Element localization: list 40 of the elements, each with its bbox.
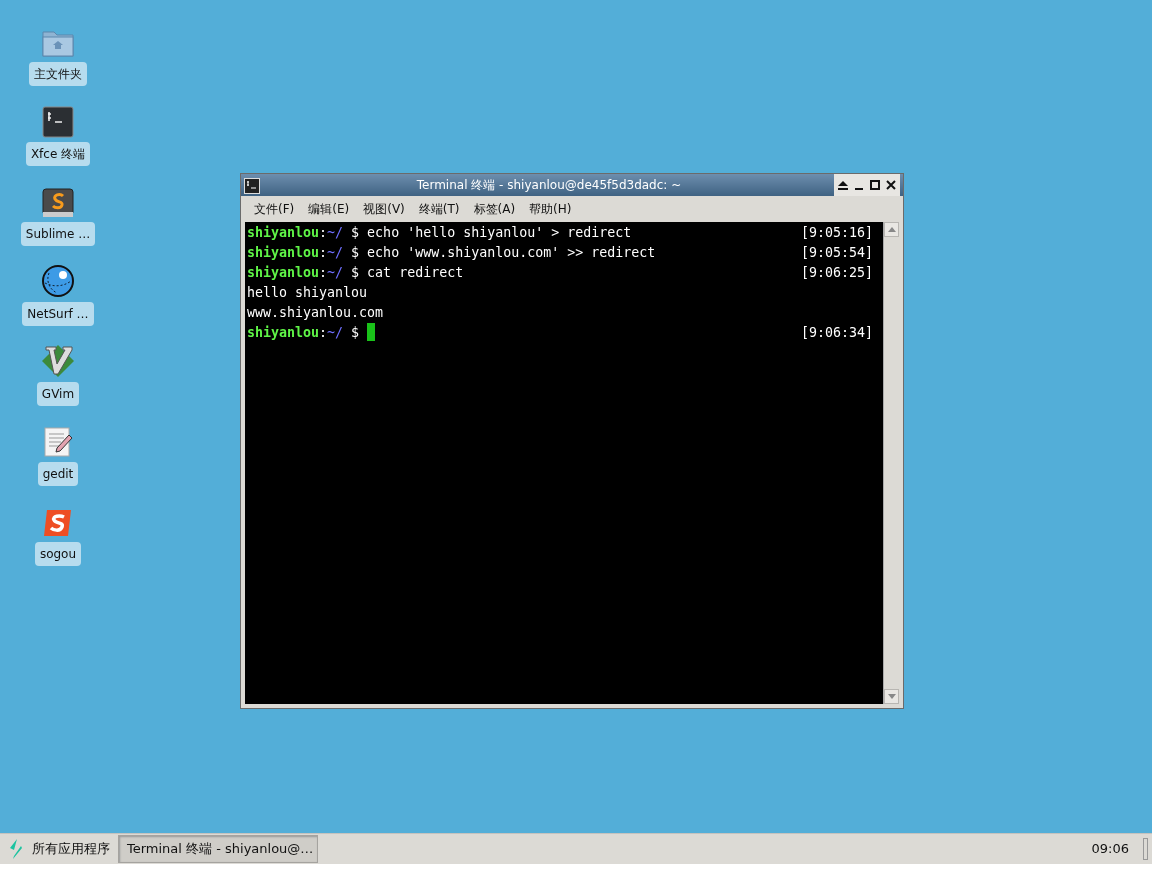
prompt-line: shiyanlou:~/ $ echo 'www.shiyanlou.com' >> redirect <box>247 244 656 262</box>
window-title: Terminal 终端 - shiyanlou@de45f5d3dadc: ~ <box>415 177 683 194</box>
s-logo-icon[interactable] <box>41 188 75 218</box>
menu-item[interactable]: 帮助(H) <box>522 198 579 220</box>
menu-item[interactable]: 视图(V) <box>356 198 412 220</box>
taskbar-task[interactable]: Terminal 终端 - shiyanlou@… <box>118 835 318 863</box>
prompt-line: shiyanlou:~/ $ echo 'hello shiyanlou' > redirect <box>247 224 632 242</box>
terminal-icon[interactable] <box>42 106 74 138</box>
icon-label[interactable]: NetSurf … <box>22 302 94 326</box>
menu-item[interactable]: 编辑(E) <box>301 198 357 220</box>
panel-handle[interactable] <box>1143 838 1148 860</box>
icon-label[interactable]: gedit <box>37 462 79 486</box>
output-line: www.shiyanlou.com <box>247 304 384 322</box>
timestamp: [9:06:25] <box>800 264 873 282</box>
leaf-logo-icon <box>8 838 24 860</box>
v-logo-icon[interactable] <box>40 344 76 378</box>
clock: 09:06 <box>1091 840 1129 859</box>
menu-item[interactable]: 标签(A) <box>466 198 523 220</box>
applications-menu-button[interactable]: 所有应用程序 <box>0 838 118 860</box>
prompt-line: shiyanlou:~/ $ cat redirect <box>247 264 464 282</box>
icon-label[interactable]: GVim <box>36 382 80 406</box>
scroll-up-button[interactable] <box>884 222 899 237</box>
prompt-line: shiyanlou:~/ $ <box>247 323 376 343</box>
close-icon[interactable] <box>885 179 897 191</box>
icon-label[interactable]: Xfce 终端 <box>25 142 91 166</box>
menu-item[interactable]: 终端(T) <box>411 198 467 220</box>
output-line: hello shiyanlou <box>247 284 368 302</box>
timestamp: [9:06:34] <box>800 324 873 342</box>
timestamp: [9:05:54] <box>800 244 873 262</box>
globe-icon[interactable] <box>41 264 75 298</box>
scroll-down-button[interactable] <box>884 689 899 704</box>
icon-label[interactable]: 主文件夹 <box>29 62 87 86</box>
icon-label[interactable]: Sublime … <box>20 222 96 246</box>
s-logo-icon[interactable] <box>42 508 74 538</box>
timestamp: [9:05:16] <box>800 224 873 242</box>
shade-icon[interactable] <box>837 179 849 191</box>
notepad-pencil-icon[interactable] <box>42 426 74 458</box>
icon-label[interactable]: sogou <box>34 542 82 566</box>
maximize-icon[interactable] <box>869 179 881 191</box>
menu-item[interactable]: 文件(F) <box>247 198 302 220</box>
